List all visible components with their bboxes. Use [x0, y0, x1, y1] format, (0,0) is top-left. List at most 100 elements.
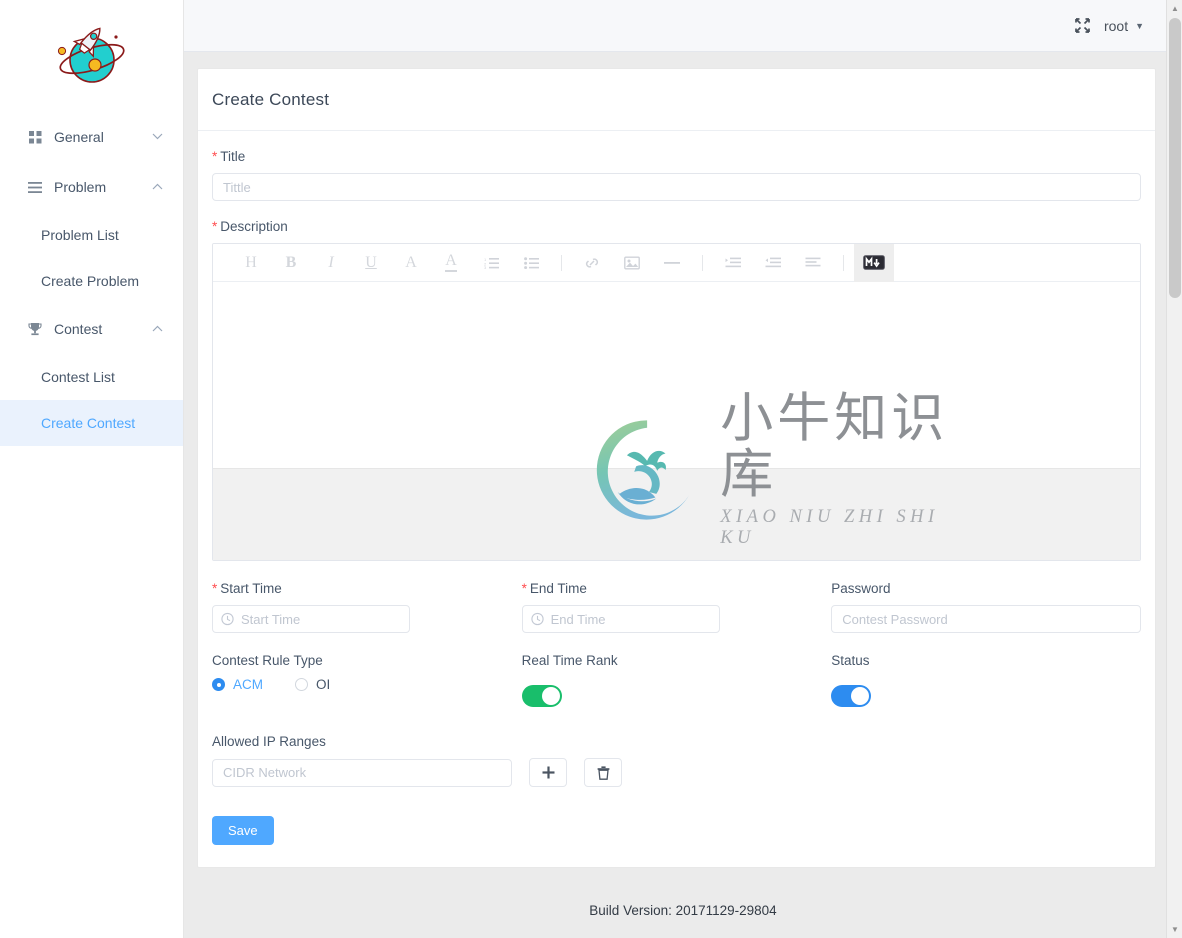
username-label: root	[1103, 17, 1129, 34]
chevron-down-icon	[152, 131, 163, 143]
title-label-text: Title	[220, 149, 246, 164]
fullscreen-icon[interactable]	[1075, 18, 1090, 33]
vertical-scrollbar[interactable]: ▲ ▼	[1166, 0, 1182, 938]
scrollbar-thumb[interactable]	[1169, 18, 1181, 298]
trash-icon	[597, 765, 609, 780]
bold-icon[interactable]: B	[271, 244, 311, 282]
end-time-field: * End Time	[521, 581, 832, 633]
image-icon[interactable]	[612, 244, 652, 282]
sidebar-item-contest-list[interactable]: Contest List	[0, 354, 183, 400]
trophy-icon	[26, 322, 44, 336]
time-password-row: *Start Time *End Time	[212, 581, 1141, 633]
allowed-ip-ranges-field: Allowed IP Ranges	[212, 734, 1141, 787]
footer: Build Version: 20171129-29804	[184, 882, 1182, 938]
start-time-input[interactable]	[212, 605, 410, 633]
italic-icon[interactable]: I	[311, 244, 351, 282]
grid-squares-icon	[26, 130, 44, 144]
save-button[interactable]: Save	[212, 816, 274, 845]
delete-ip-range-button[interactable]	[584, 758, 622, 787]
contest-rule-type-field: Contest Rule Type ACM OI	[212, 653, 522, 712]
sidebar-group-general[interactable]: General	[0, 112, 183, 162]
description-editor[interactable]: H B I U A A 123	[212, 243, 1141, 561]
end-time-input[interactable]	[521, 605, 720, 633]
rocket-planet-logo-svg	[57, 27, 125, 83]
sidebar-item-create-contest[interactable]: Create Contest	[0, 400, 183, 446]
sidebar-group-label: General	[54, 129, 104, 145]
real-time-rank-label: Real Time Rank	[521, 653, 618, 668]
radio-oi-label: OI	[316, 677, 331, 692]
radio-oi[interactable]: OI	[295, 677, 330, 692]
logo[interactable]	[0, 0, 183, 112]
rule-rank-status-row: Contest Rule Type ACM OI Real Time Rank …	[212, 653, 1141, 712]
editor-content[interactable]	[213, 282, 1140, 468]
toolbar-separator	[561, 254, 562, 271]
plus-icon	[542, 766, 554, 779]
sidebar-item-problem-list[interactable]: Problem List	[0, 212, 183, 258]
editor-preview-panel	[213, 468, 1140, 560]
contest-rule-type-label: Contest Rule Type	[212, 653, 323, 668]
password-input[interactable]	[831, 605, 1141, 633]
radio-dot-icon	[212, 678, 225, 691]
sidebar-group-problem[interactable]: Problem	[0, 162, 183, 212]
heading-icon[interactable]: H	[231, 244, 271, 282]
editor-toolbar: H B I U A A 123	[213, 244, 1140, 282]
unordered-list-icon[interactable]	[511, 244, 551, 282]
required-marker: *	[521, 581, 527, 596]
page-title: Create Contest	[212, 90, 330, 109]
status-toggle[interactable]	[831, 685, 872, 707]
radio-dot-icon	[295, 678, 308, 691]
sidebar-item-label: Create Problem	[41, 273, 140, 289]
align-icon[interactable]	[793, 244, 833, 282]
toggle-knob	[851, 687, 870, 705]
link-icon[interactable]	[572, 244, 612, 282]
topbar: root ▼	[184, 0, 1182, 52]
title-label: * Title	[212, 149, 1141, 164]
sidebar-item-create-problem[interactable]: Create Problem	[0, 258, 183, 304]
indent-icon[interactable]	[713, 244, 753, 282]
real-time-rank-toggle[interactable]	[521, 685, 562, 707]
sidebar-group-contest[interactable]: Contest	[0, 304, 183, 354]
toggle-knob	[541, 687, 560, 705]
toolbar-separator	[843, 254, 844, 271]
title-input[interactable]	[212, 173, 1141, 201]
add-ip-range-button[interactable]	[529, 758, 567, 787]
chevron-down-icon: ▼	[1135, 20, 1144, 31]
card-body: *Title *Description H B I U A	[198, 131, 1155, 867]
status-label: Status	[831, 653, 870, 668]
cidr-network-input[interactable]	[212, 758, 512, 787]
allowed-ip-ranges-label: Allowed IP Ranges	[212, 734, 326, 749]
build-version-label: Build Version: 20171129-29804	[589, 902, 777, 918]
chevron-up-icon	[152, 323, 163, 335]
required-marker: *	[212, 149, 218, 164]
sidebar-group-label: Problem	[54, 179, 107, 195]
ip-range-row	[212, 758, 1141, 787]
real-time-rank-field: Real Time Rank	[521, 653, 832, 712]
required-marker: *	[212, 581, 218, 596]
create-contest-card: Create Contest *Title *Description H	[197, 68, 1156, 868]
contest-rule-radio-group: ACM OI	[212, 677, 500, 692]
password-field: Password	[831, 581, 1141, 633]
horizontal-rule-icon[interactable]	[652, 244, 692, 282]
list-lines-icon	[26, 181, 44, 193]
user-menu[interactable]: root ▼	[1104, 18, 1144, 34]
sidebar-menu: General Problem Problem List Create Prob…	[0, 112, 183, 446]
font-size-icon[interactable]: A	[391, 244, 431, 282]
status-field: Status	[831, 653, 1141, 712]
start-time-label-text: Start Time	[220, 581, 282, 596]
outdent-icon[interactable]	[753, 244, 793, 282]
text-color-icon[interactable]: A	[431, 244, 471, 282]
card-header: Create Contest	[198, 69, 1155, 131]
markdown-icon[interactable]	[854, 244, 894, 282]
radio-acm[interactable]: ACM	[212, 677, 263, 692]
sidebar-item-label: Create Contest	[41, 415, 136, 431]
main-column: root ▼ Create Contest *Title *Descri	[184, 0, 1182, 938]
svg-text:3: 3	[484, 265, 487, 269]
scroll-down-arrow[interactable]: ▼	[1167, 921, 1182, 938]
sidebar-group-label: Contest	[54, 321, 103, 337]
description-label-text: Description	[220, 219, 288, 234]
start-time-label: * Start Time	[212, 581, 500, 596]
end-time-label-text: End Time	[529, 581, 587, 596]
ordered-list-icon[interactable]: 123	[471, 244, 511, 282]
scroll-up-arrow[interactable]: ▲	[1167, 0, 1182, 17]
underline-icon[interactable]: U	[351, 244, 391, 282]
